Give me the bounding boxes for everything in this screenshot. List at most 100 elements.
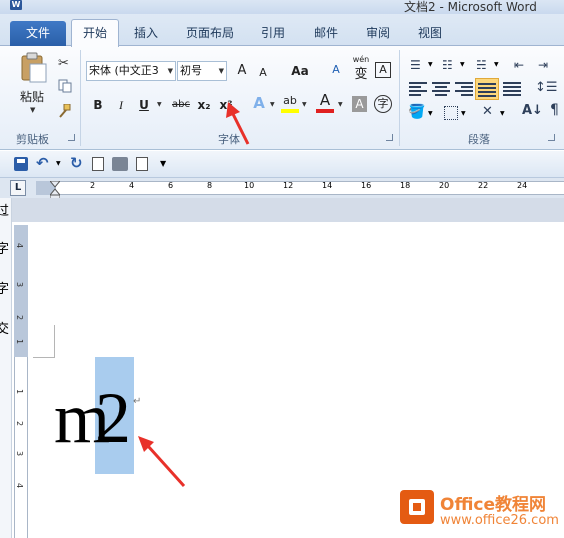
save-icon[interactable] — [14, 157, 28, 171]
left-panel-char: 过 — [0, 204, 10, 219]
line-spacing-icon[interactable]: ↕☰ — [535, 80, 558, 95]
ribbon-tab-row: 文件 开始 插入 页面布局 引用 邮件 审阅 视图 — [0, 14, 564, 47]
vruler-tick-label: 2 — [15, 314, 25, 321]
new-document-icon[interactable] — [136, 157, 148, 171]
tab-mailings[interactable]: 邮件 — [308, 22, 344, 46]
font-color-button[interactable]: A — [315, 91, 335, 109]
chevron-down-icon[interactable]: ▼ — [461, 110, 466, 117]
tab-references[interactable]: 引用 — [255, 22, 291, 46]
tab-home[interactable]: 开始 — [71, 19, 119, 47]
show-marks-icon[interactable]: ¶ — [550, 102, 559, 118]
quick-access-toolbar: ↶ ▼ ↻ ▼ — [0, 151, 564, 178]
tab-view[interactable]: 视图 — [412, 22, 448, 46]
subscript-button[interactable]: x₂ — [196, 96, 212, 114]
left-panel-char: 交 — [0, 322, 10, 337]
highlight-color-bar — [281, 109, 299, 113]
chevron-down-icon[interactable]: ▼ — [428, 61, 433, 68]
strikethrough-button[interactable]: abc — [170, 96, 192, 114]
font-size-value: 初号 — [180, 64, 202, 77]
shrink-font-button[interactable]: A — [254, 64, 272, 82]
document-text-selected[interactable]: 2 — [95, 378, 131, 458]
highlight-dropdown-icon[interactable]: ▼ — [302, 101, 307, 108]
group-separator — [399, 50, 400, 146]
chevron-down-icon[interactable]: ▼ — [500, 110, 505, 117]
left-panel-char: 字 — [0, 282, 10, 297]
paste-button[interactable] — [18, 52, 48, 84]
align-left-icon[interactable] — [409, 82, 427, 96]
justify-button[interactable] — [475, 78, 499, 100]
shading-paint-icon[interactable]: 🪣 — [408, 104, 425, 120]
font-color-dropdown-icon[interactable]: ▼ — [338, 101, 343, 108]
ruler-tick-label: 14 — [322, 181, 333, 190]
tab-review[interactable]: 审阅 — [360, 22, 396, 46]
tab-file[interactable]: 文件 — [10, 21, 66, 46]
bullets-icon[interactable]: ☰ — [410, 58, 421, 72]
chinese-layout-icon[interactable]: ✕ — [482, 104, 493, 119]
sort-icon[interactable]: A↓ — [522, 103, 543, 118]
clear-format-button[interactable]: A — [326, 61, 346, 79]
watermark-title: Office教程网 — [440, 495, 547, 515]
vruler-tick-label: 4 — [15, 242, 25, 249]
decrease-indent-icon[interactable]: ⇤ — [514, 58, 524, 72]
chevron-down-icon[interactable]: ▼ — [460, 61, 465, 68]
word-app-icon[interactable]: W — [10, 0, 22, 10]
ruler-tick-label: 2 — [90, 181, 96, 190]
undo-dropdown-icon[interactable]: ▼ — [56, 160, 61, 167]
bold-button[interactable]: B — [90, 96, 106, 114]
ruler-ticks: 2 4 6 8 10 12 14 16 18 20 22 24 — [36, 181, 564, 195]
highlight-button[interactable]: ab — [280, 92, 300, 110]
paragraph-launcher-icon[interactable] — [548, 134, 555, 141]
font-size-combo[interactable]: 初号 ▼ — [177, 61, 227, 81]
window-title: 文档2 - Microsoft Word — [404, 0, 537, 14]
tab-selector-button[interactable]: L — [10, 180, 26, 196]
clipboard-group-label: 剪贴板 — [16, 133, 49, 146]
chevron-down-icon[interactable]: ▼ — [494, 61, 499, 68]
distributed-icon[interactable] — [503, 82, 521, 96]
paste-dropdown-icon[interactable]: ▼ — [30, 106, 35, 114]
print-icon[interactable] — [112, 157, 128, 171]
text-effects-dropdown-icon[interactable]: ▼ — [270, 101, 275, 108]
clipboard-launcher-icon[interactable] — [68, 134, 75, 141]
change-case-button[interactable]: Aa — [286, 62, 314, 80]
increase-indent-icon[interactable]: ⇥ — [538, 58, 548, 72]
paste-label[interactable]: 粘贴 — [20, 88, 44, 105]
numbering-icon[interactable]: ☷ — [442, 58, 453, 72]
underline-button[interactable]: U — [136, 96, 152, 114]
redo-icon[interactable]: ↻ — [70, 154, 83, 172]
ruler-tick-label: 18 — [400, 181, 411, 190]
print-preview-icon[interactable] — [92, 157, 104, 171]
align-right-icon[interactable] — [455, 82, 473, 96]
paragraph-row-1: ☰ ▼ ☷ ▼ ☵ ▼ ⇤ ⇥ — [408, 56, 558, 76]
format-painter-icon[interactable] — [58, 103, 72, 118]
cut-icon[interactable]: ✂ — [58, 56, 69, 71]
ruler-tick-label: 24 — [517, 181, 528, 190]
vruler-tick-label: 4 — [15, 482, 25, 489]
tab-page-layout[interactable]: 页面布局 — [180, 22, 240, 46]
align-center-icon[interactable] — [432, 82, 450, 96]
font-launcher-icon[interactable] — [386, 134, 393, 141]
font-name-combo[interactable]: 宋体 (中文正3 ▼ — [86, 61, 176, 81]
annotation-arrow-selection — [138, 436, 186, 488]
paste-icon — [21, 52, 47, 83]
char-border-button[interactable]: A — [375, 62, 391, 78]
copy-icon[interactable] — [58, 79, 72, 93]
page-gap — [0, 198, 564, 222]
ruler-tick-label: 10 — [244, 181, 255, 190]
tab-insert[interactable]: 插入 — [128, 22, 164, 46]
ruler-tick-label: 4 — [129, 181, 135, 190]
enclose-char-button[interactable]: 字 — [374, 95, 392, 113]
vruler-ticks: 4 3 2 1 1 2 3 4 — [14, 225, 28, 538]
customize-qat-icon[interactable]: ▼ — [160, 159, 166, 168]
grow-font-button[interactable]: A — [232, 62, 252, 80]
left-panel-char: 字 — [0, 242, 10, 257]
chevron-down-icon[interactable]: ▼ — [428, 110, 433, 117]
underline-dropdown-icon[interactable]: ▼ — [157, 101, 162, 108]
font-color-bar — [316, 109, 334, 113]
char-shading-button[interactable]: A — [352, 96, 367, 112]
multilevel-list-icon[interactable]: ☵ — [476, 58, 487, 72]
vruler-tick-label: 3 — [15, 450, 25, 457]
borders-icon[interactable] — [444, 106, 458, 120]
phonetic-guide-button[interactable]: 变 — [350, 66, 372, 84]
italic-button[interactable]: I — [113, 96, 129, 114]
undo-icon[interactable]: ↶ — [36, 154, 49, 172]
